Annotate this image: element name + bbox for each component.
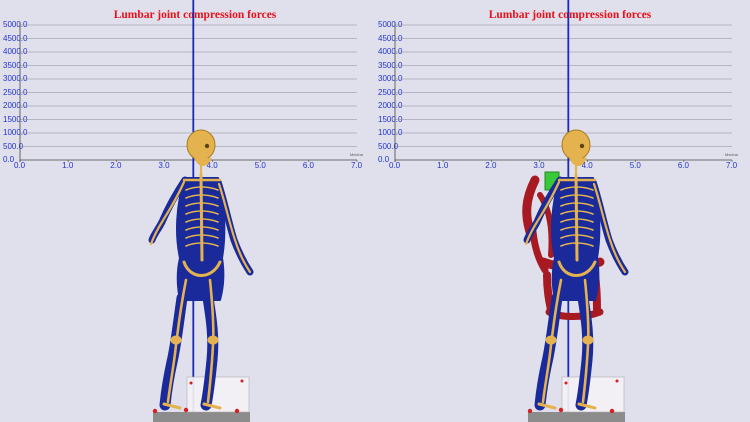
scene-svg bbox=[19, 0, 358, 422]
contact-marker bbox=[234, 408, 240, 414]
contact-marker bbox=[152, 408, 158, 414]
contact-marker bbox=[183, 407, 189, 413]
jaw-bone bbox=[569, 157, 587, 166]
right-knee-bone bbox=[207, 335, 219, 345]
contact-marker bbox=[615, 379, 619, 383]
contact-marker bbox=[189, 381, 193, 385]
scene-svg bbox=[394, 0, 733, 422]
floor-block bbox=[153, 412, 250, 422]
left-knee-bone bbox=[545, 335, 557, 345]
eye-socket bbox=[579, 143, 585, 149]
contact-marker bbox=[240, 379, 244, 383]
viewport-left[interactable]: Lumbar joint compression forces 0.0 500.0… bbox=[0, 0, 375, 422]
jaw-bone bbox=[194, 157, 212, 166]
exo-thigh-left bbox=[543, 271, 555, 314]
contact-marker bbox=[609, 408, 615, 414]
skull-bone bbox=[186, 129, 216, 161]
right-knee-bone bbox=[582, 335, 594, 345]
floor-block bbox=[528, 412, 625, 422]
contact-marker bbox=[527, 408, 533, 414]
skull-bone bbox=[561, 129, 591, 161]
viewport-right[interactable]: Lumbar joint compression forces 0.0 500.0… bbox=[375, 0, 750, 422]
left-knee-bone bbox=[170, 335, 182, 345]
eye-socket bbox=[204, 143, 210, 149]
contact-marker bbox=[558, 407, 564, 413]
contact-marker bbox=[564, 381, 568, 385]
